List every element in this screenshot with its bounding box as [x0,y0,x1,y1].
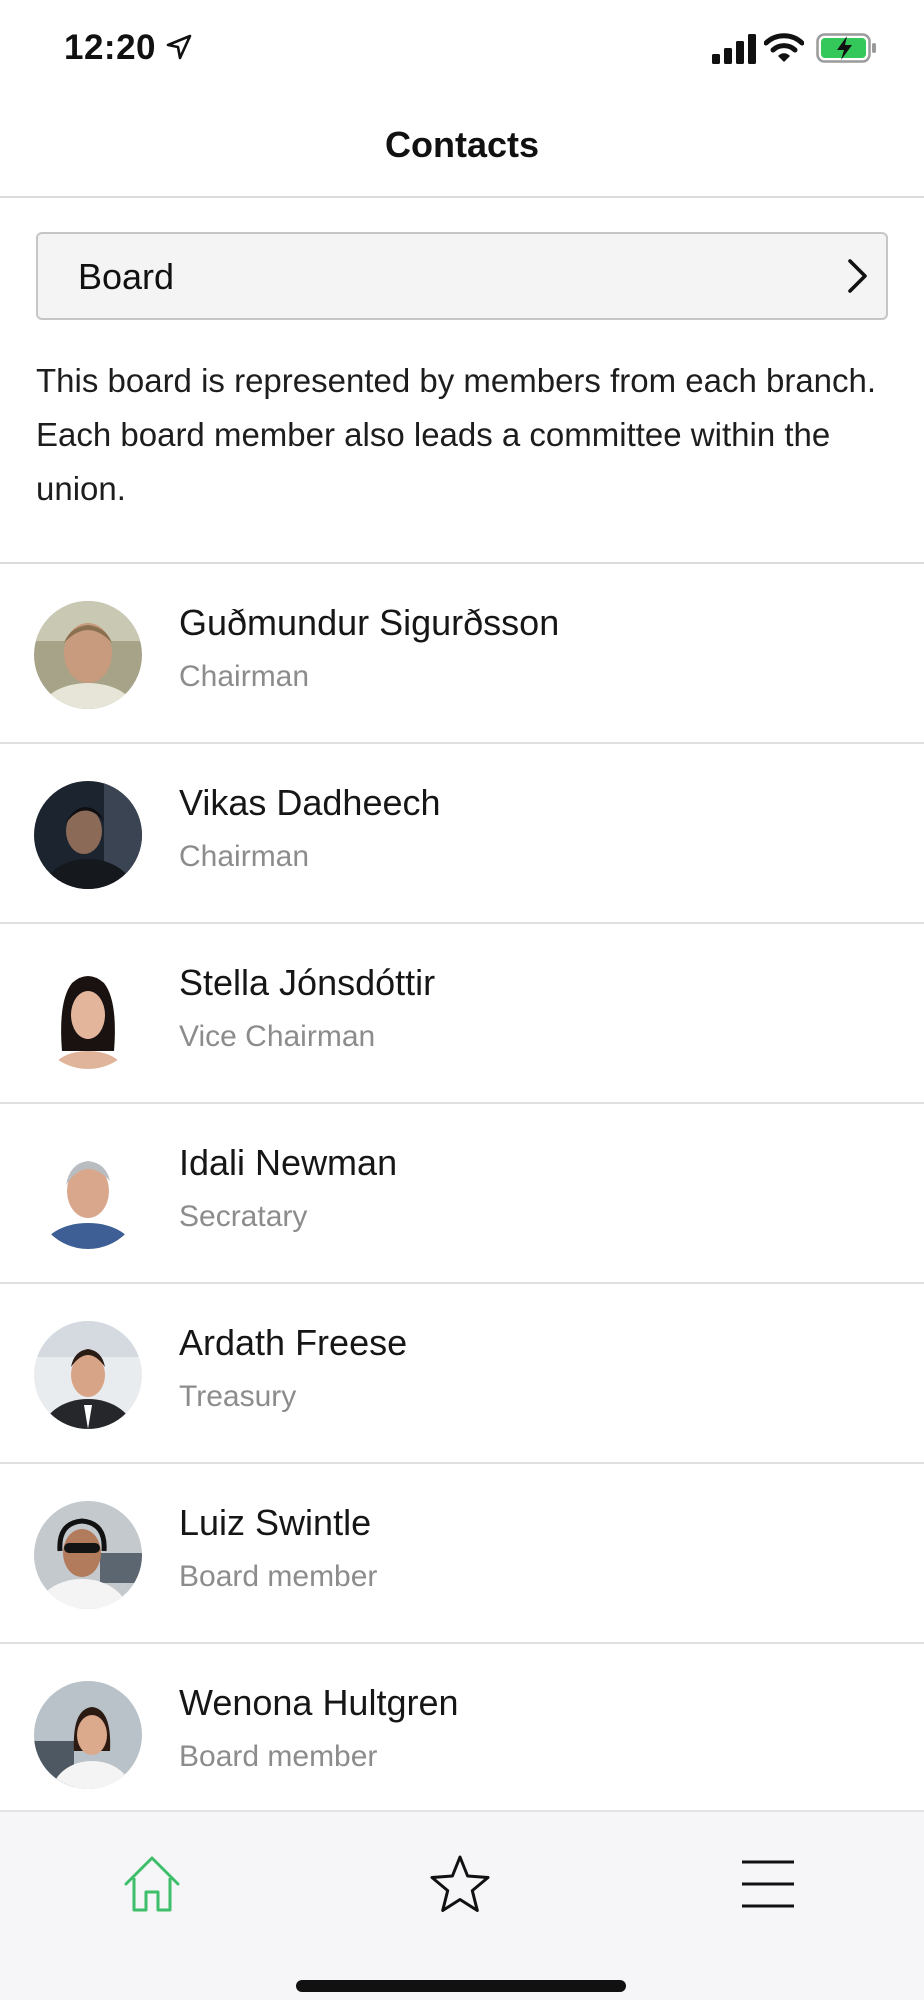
avatar [34,781,142,889]
status-time: 12:20 [64,28,157,67]
avatar [34,1681,142,1789]
contact-row[interactable]: Wenona Hultgren Board member [0,1644,924,1824]
home-indicator[interactable] [296,1980,626,1992]
page-title: Contacts [384,124,540,165]
avatar [34,1141,142,1249]
contact-name: Idali Newman [179,1142,398,1183]
contact-name: Guðmundur Sigurðsson [179,602,560,643]
contact-row[interactable]: Guðmundur Sigurðsson Chairman [0,564,924,744]
wifi-icon [763,32,805,64]
contact-name: Luiz Swintle [179,1502,372,1543]
contact-role: Vice Chairman [179,1020,376,1053]
location-arrow-icon [166,34,192,60]
tab-bar [0,1810,924,2000]
contact-row[interactable]: Vikas Dadheech Chairman [0,744,924,924]
contact-role: Chairman [179,840,310,873]
contact-name: Stella Jónsdóttir [179,962,436,1003]
contact-role: Treasury [179,1380,297,1413]
selector-label: Board [78,256,175,297]
contact-row[interactable]: Luiz Swintle Board member [0,1464,924,1644]
board-description: This board is represented by members fro… [36,362,877,507]
home-icon [120,1852,184,1916]
contact-row[interactable]: Stella Jónsdóttir Vice Chairman [0,924,924,1104]
avatar [34,1321,142,1429]
contact-role: Secratary [179,1200,308,1233]
tab-menu[interactable] [736,1852,800,1916]
avatar [34,1501,142,1609]
battery-charging-icon [816,32,878,64]
avatar [34,961,142,1069]
navigation-bar: Contacts [0,100,924,198]
menu-icon [736,1852,800,1916]
contact-role: Chairman [179,660,310,693]
contact-row[interactable]: Idali Newman Secratary [0,1104,924,1284]
board-selector[interactable]: Board [36,232,888,320]
contact-role: Board member [179,1740,378,1773]
contact-list: Guðmundur Sigurðsson Chairman Vikas Dadh… [0,562,924,1824]
star-icon [428,1852,492,1916]
tab-favorites[interactable] [428,1852,492,1916]
status-bar: 12:20 [0,0,924,100]
contact-name: Ardath Freese [179,1322,408,1363]
contact-role: Board member [179,1560,378,1593]
contacts-screen: 12:20 Contacts Board This board is repre… [0,0,924,2000]
contact-name: Wenona Hultgren [179,1682,459,1723]
cellular-signal-icon [712,34,756,64]
chevron-right-icon [846,258,870,294]
tab-home[interactable] [120,1852,184,1916]
contact-row[interactable]: Ardath Freese Treasury [0,1284,924,1464]
contact-name: Vikas Dadheech [179,782,441,823]
avatar [34,601,142,709]
